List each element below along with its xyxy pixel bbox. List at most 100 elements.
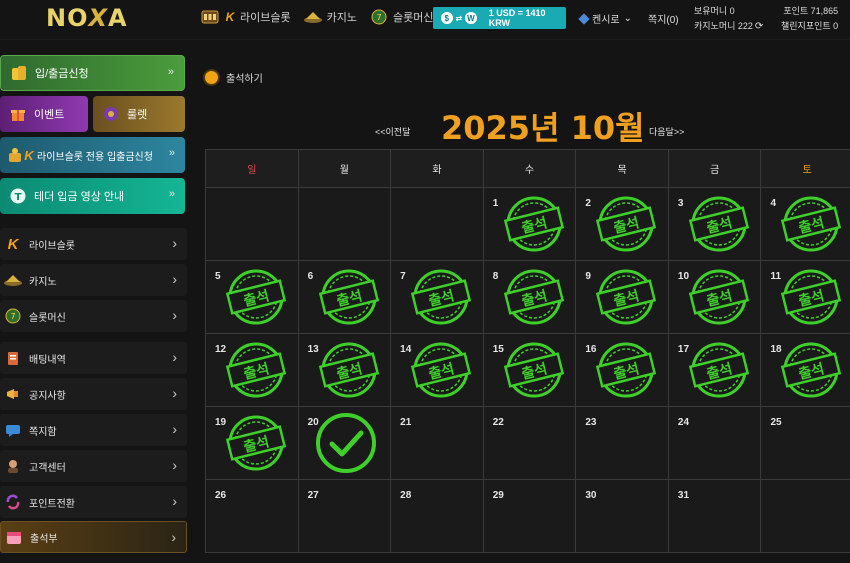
calendar-week: 12 출석 13 출석 14 출석 15 출석 16 출석 17 출석 18 출석 (206, 333, 850, 406)
calendar-day (206, 188, 299, 260)
day-number: 9 (585, 271, 591, 282)
calendar-day[interactable]: 3 출석 (668, 188, 762, 260)
calendar-day[interactable]: 12 출석 (206, 334, 299, 406)
calendar-day[interactable]: 25 (761, 407, 850, 479)
nav-slot-machine[interactable]: 7 슬롯머신 (369, 8, 433, 26)
calendar-day[interactable]: 27 (298, 480, 392, 552)
slot-machine-icon: 7 (3, 306, 23, 326)
calendar-day[interactable]: 11 출석 (761, 261, 850, 333)
calendar-day[interactable]: 28 (391, 480, 484, 552)
deposit-withdraw-button[interactable]: 입/출금신청 » (0, 55, 185, 91)
balance-panel: 보유머니 0 카지노머니 222 ⟳ (694, 4, 763, 34)
next-month-link[interactable]: 다음달>> (649, 125, 684, 138)
chevron-right-icon: › (172, 385, 177, 401)
calendar-day[interactable]: 30 (576, 480, 669, 552)
calendar-day[interactable]: 15 출석 (483, 334, 577, 406)
calendar-day[interactable]: 17 출석 (668, 334, 762, 406)
calendar-day[interactable]: 23 (576, 407, 669, 479)
calendar-day[interactable]: 19 출석 (206, 407, 299, 479)
attendance-stamp-icon: 출석 (410, 268, 472, 326)
calendar-day[interactable]: 16 출석 (576, 334, 669, 406)
calendar-day[interactable]: 4 출석 (761, 188, 850, 260)
calendar-day[interactable]: 29 (483, 480, 577, 552)
attendance-stamp-icon: 출석 (318, 341, 380, 399)
exchange-rate-text: 1 USD = 1410 KRW (488, 8, 546, 28)
sidebar-item-betting-history[interactable]: 배팅내역 › (0, 342, 187, 374)
calendar-day[interactable]: 22 (483, 407, 577, 479)
day-number: 5 (215, 271, 221, 282)
site-logo[interactable]: NOXA (46, 4, 128, 32)
sidebar-item-notice[interactable]: 공지사항 › (0, 378, 187, 410)
calendar-day[interactable]: 24 (668, 407, 762, 479)
sidebar-item-casino[interactable]: 카지노 › (0, 264, 187, 296)
calendar-day[interactable]: 20 (298, 407, 392, 479)
day-number: 21 (400, 417, 412, 428)
attendance-stamp-icon: 출석 (225, 341, 287, 399)
calendar-day[interactable]: 8 출석 (483, 261, 577, 333)
weekday-mon: 월 (299, 150, 392, 187)
nav-live-slot[interactable]: K 라이브슬롯 (200, 8, 291, 26)
calendar-day[interactable]: 18 출석 (761, 334, 850, 406)
calendar-day[interactable]: 9 출석 (576, 261, 669, 333)
sidebar-item-live-slot[interactable]: K 라이브슬롯 › (0, 228, 187, 260)
bullet-dot-icon (205, 71, 218, 84)
chevron-right-icon: › (172, 457, 177, 473)
roulette-button[interactable]: 룰렛 (93, 96, 185, 132)
attendance-stamp-icon: 출석 (688, 268, 750, 326)
prev-month-link[interactable]: <<이전달 (375, 125, 410, 138)
event-button[interactable]: 이벤트 (0, 96, 88, 132)
chevron-right-icon: › (172, 493, 177, 509)
calendar-day[interactable]: 6 출석 (298, 261, 392, 333)
money-icon (8, 145, 22, 165)
day-number: 7 (400, 271, 406, 282)
calendar-day[interactable]: 2 출석 (576, 188, 669, 260)
day-number: 28 (400, 490, 412, 501)
calendar-day (298, 188, 392, 260)
day-number: 11 (770, 271, 782, 282)
sidebar-item-support[interactable]: 고객센터 › (0, 450, 187, 482)
chevron-right-icon: › (172, 307, 177, 323)
roulette-icon (101, 104, 121, 124)
calendar-day[interactable]: 5 출석 (206, 261, 299, 333)
gold-coins-icon (9, 63, 29, 83)
user-dropdown[interactable]: 켄시로 ⌄ (578, 11, 632, 26)
month-navigation: <<이전달 2025년 10월 다음달>> (375, 103, 695, 147)
tether-guide-button[interactable]: T 테더 입금 영상 안내 » (0, 178, 185, 214)
svg-text:7: 7 (376, 13, 381, 22)
refresh-icon[interactable]: ⟳ (755, 21, 763, 32)
calendar-day[interactable]: 31 (668, 480, 762, 552)
calendar-week: 26 27 28 29 30 31 (206, 479, 850, 552)
calendar-day[interactable]: 1 출석 (483, 188, 577, 260)
megaphone-icon (3, 384, 23, 404)
casino-money-text: 카지노머니 222 (694, 21, 753, 31)
attendance-stamp-icon: 출석 (595, 195, 657, 253)
month-title: 2025년 10월 (441, 109, 645, 147)
nav-casino[interactable]: 카지노 (303, 8, 357, 26)
message-icon (3, 420, 23, 440)
attendance-stamp-icon: 출석 (503, 341, 565, 399)
day-number: 24 (677, 417, 690, 428)
calendar-day[interactable]: 13 출석 (298, 334, 392, 406)
weekday-sun: 일 (206, 150, 299, 187)
top-header: NOXA K 라이브슬롯 카지노 7 슬롯머신 $ ⇄ W 1 USD = 14… (0, 0, 850, 40)
attendance-stamp-icon: 출석 (688, 195, 750, 253)
calendar-day[interactable]: 7 출석 (391, 261, 484, 333)
sidebar-item-attendance[interactable]: 출석부 › (0, 521, 187, 553)
weekday-sat: 토 (761, 150, 850, 187)
calendar-week: 19 출석 20 21 22 23 24 25 (206, 406, 850, 479)
sidebar-item-slot-machine[interactable]: 7 슬롯머신 › (0, 300, 187, 332)
live-slot-icon: K (7, 235, 19, 253)
double-chevron-right-icon: » (167, 66, 174, 78)
calendar-day[interactable]: 10 출석 (668, 261, 762, 333)
day-number: 27 (307, 490, 319, 501)
messages-link[interactable]: 쪽지(0) (648, 11, 679, 26)
calendar-week: 5 출석 6 출석 7 출석 8 출석 9 출석 10 출석 11 출석 (206, 260, 850, 333)
attendance-stamp-icon: 출석 (318, 268, 380, 326)
live-slot-deposit-button[interactable]: K 라이브슬롯 전용 입출금신청 » (0, 137, 185, 173)
calendar-day[interactable]: 14 출석 (391, 334, 484, 406)
attendance-stamp-icon: 출석 (503, 268, 565, 326)
calendar-day[interactable]: 26 (206, 480, 299, 552)
sidebar-item-messages[interactable]: 쪽지함 › (0, 414, 187, 446)
calendar-day[interactable]: 21 (391, 407, 484, 479)
sidebar-item-point-exchange[interactable]: 포인트전환 › (0, 486, 187, 518)
